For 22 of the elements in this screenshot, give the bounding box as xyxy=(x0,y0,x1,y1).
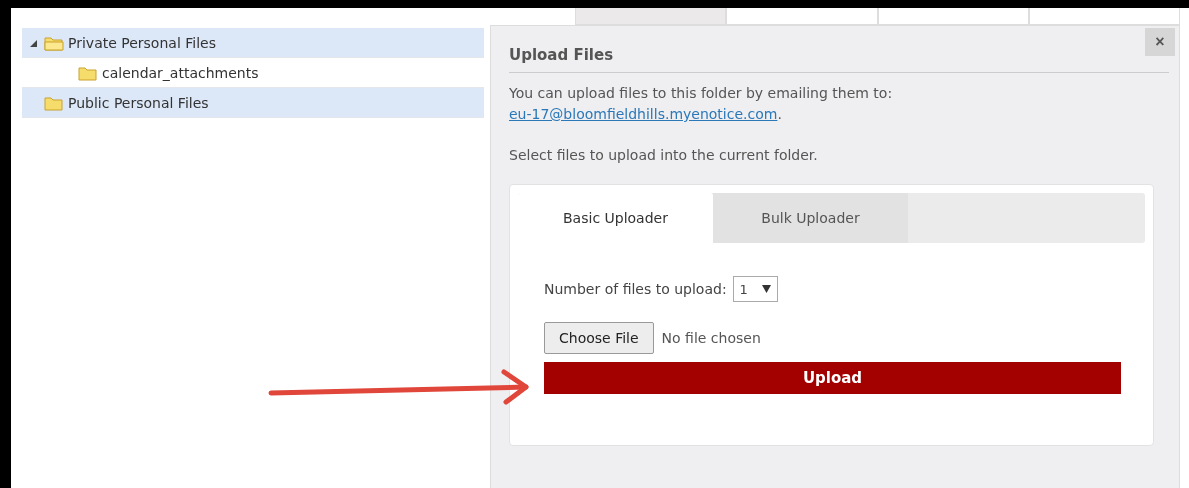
file-count-select[interactable]: 1 xyxy=(732,276,778,302)
page-tab[interactable] xyxy=(877,8,1029,25)
select-files-hint: Select files to upload into the current folder. xyxy=(509,146,819,165)
page-tab[interactable] xyxy=(726,8,878,25)
email-instructions: You can upload files to this folder by emailing them to: eu-17@bloomfieldhills.myenotice.com. xyxy=(509,84,894,124)
upload-button[interactable]: Upload xyxy=(544,362,1121,394)
uploader-tab[interactable]: Bulk Uploader xyxy=(713,193,908,243)
folder-icon xyxy=(44,34,64,51)
page-tab[interactable] xyxy=(1028,8,1180,25)
uploader-tab[interactable]: Basic Uploader xyxy=(518,193,713,243)
page-tab[interactable] xyxy=(575,8,727,25)
email-link[interactable]: eu-17@bloomfieldhills.myenotice.com xyxy=(509,106,778,122)
file-count-label: Number of files to upload: xyxy=(544,281,727,297)
dropdown-caret-icon xyxy=(761,285,771,293)
close-button[interactable]: × xyxy=(1145,28,1175,56)
choose-file-button[interactable]: Choose File xyxy=(544,322,654,354)
tree-item[interactable]: Private Personal Files xyxy=(22,28,484,58)
folder-icon xyxy=(44,94,64,111)
dialog-title: Upload Files xyxy=(509,46,1169,73)
file-status: No file chosen xyxy=(661,330,761,346)
tree-item[interactable]: Public Personal Files xyxy=(22,88,484,118)
folder-icon xyxy=(78,64,98,81)
